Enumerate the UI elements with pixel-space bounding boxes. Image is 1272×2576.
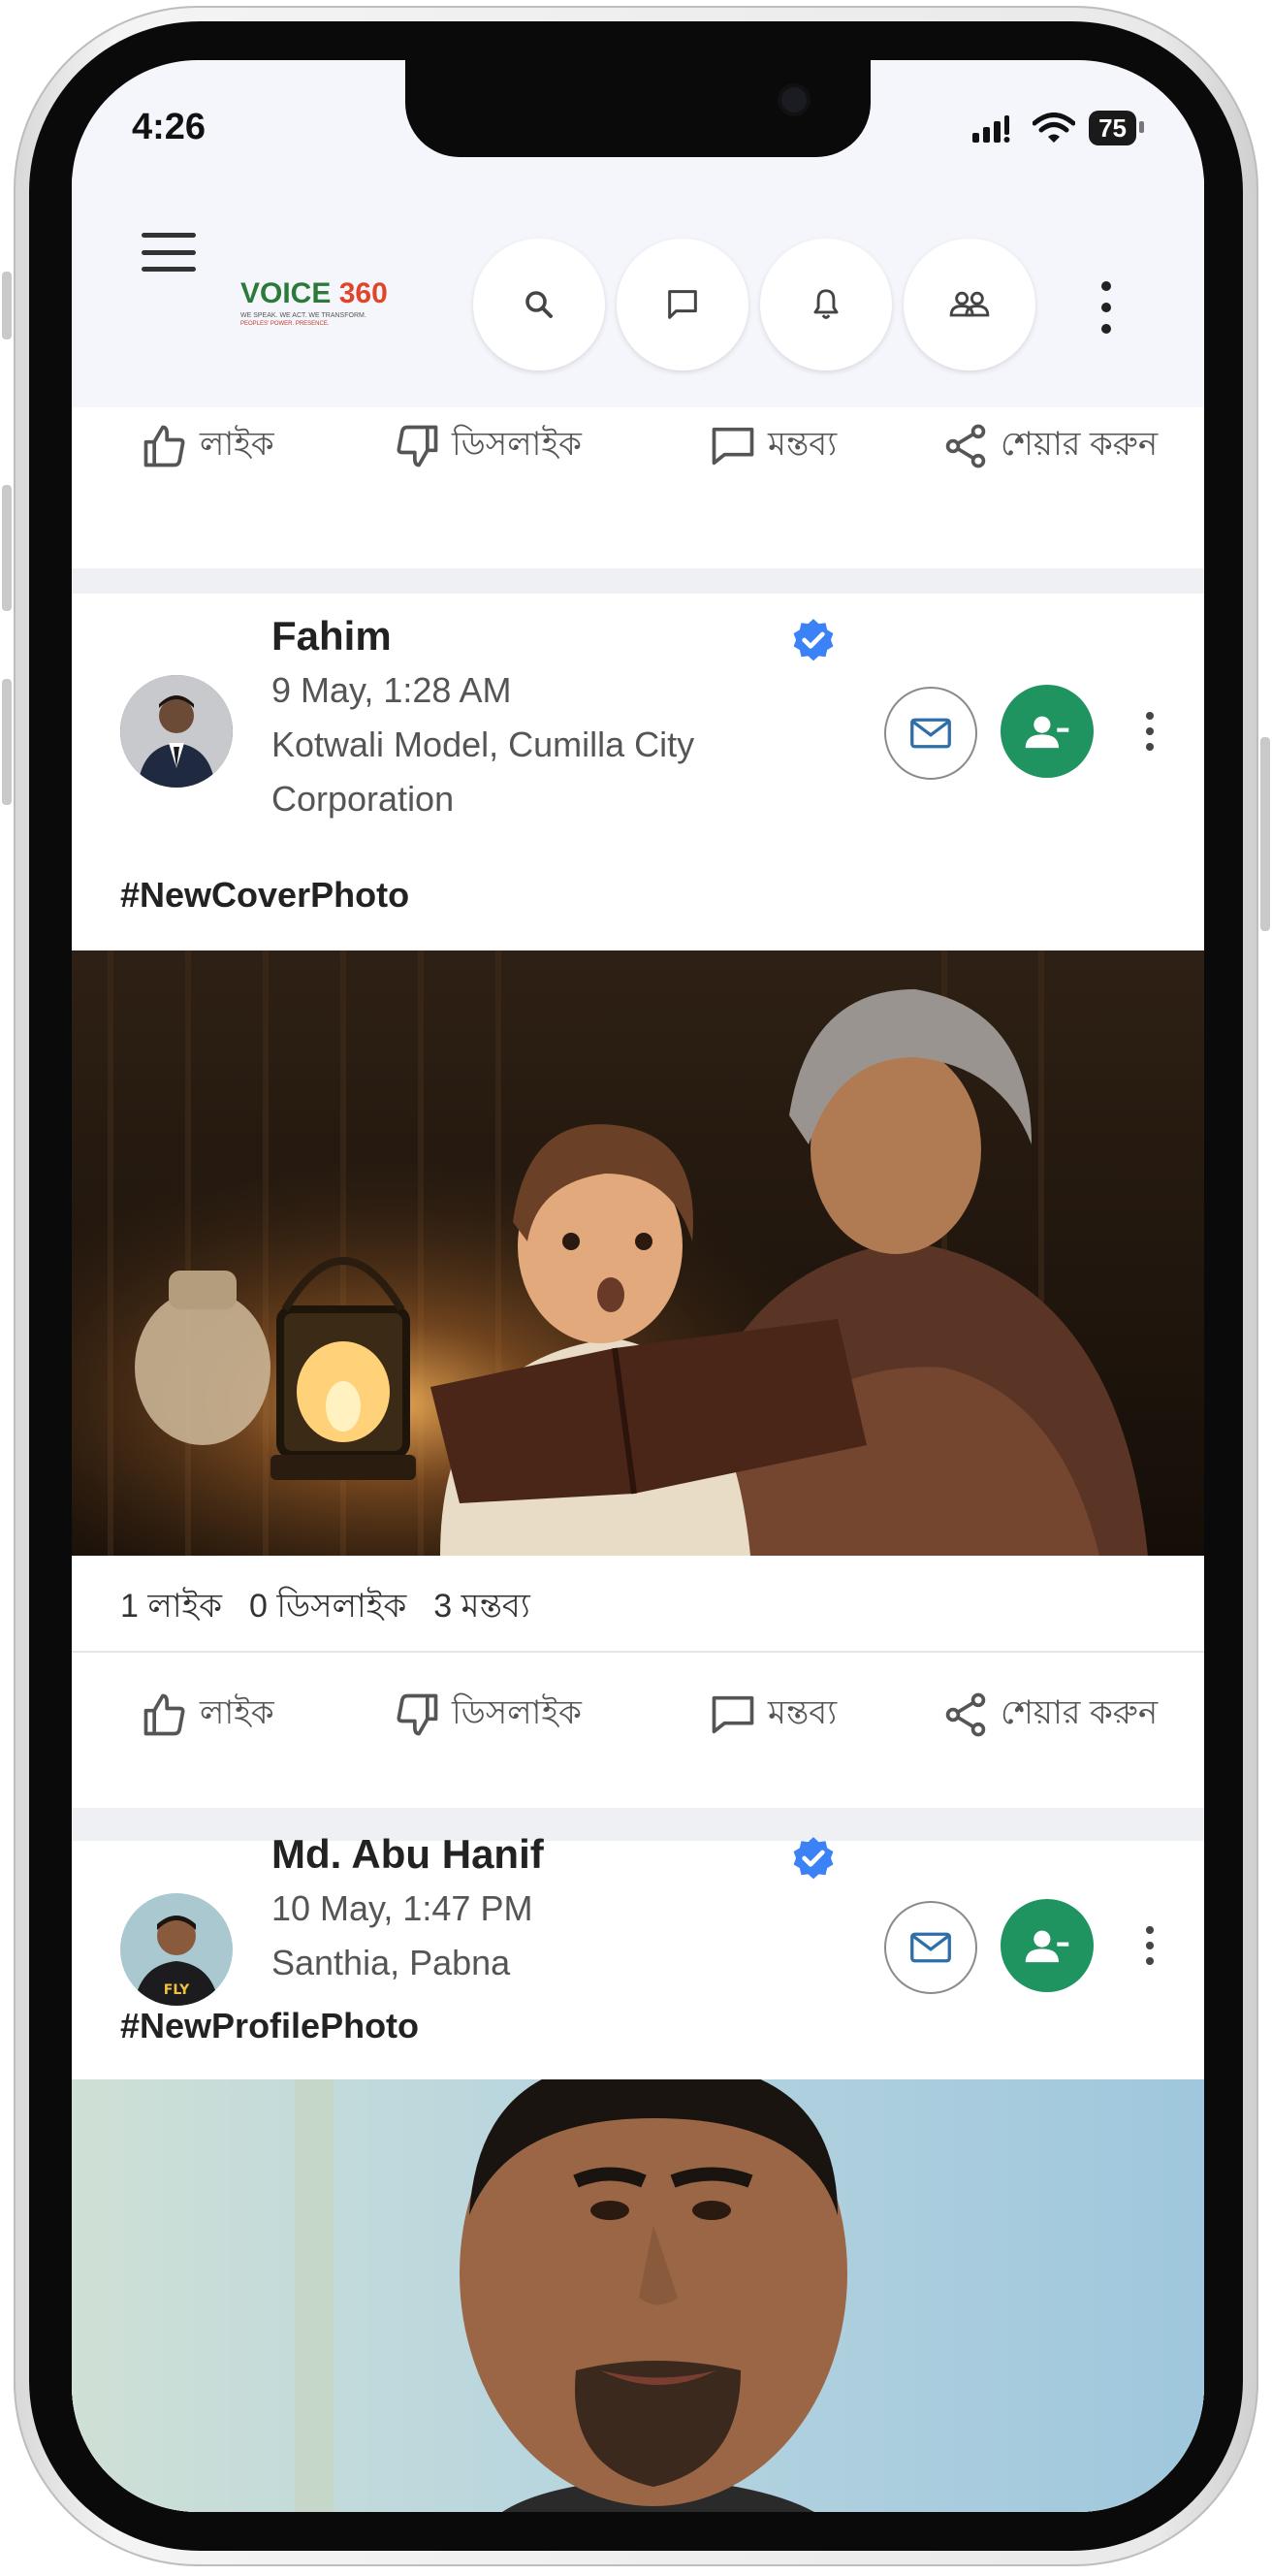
post-time: 9 May, 1:28 AM xyxy=(271,670,512,710)
signal-icon xyxy=(972,115,1010,143)
avatar[interactable]: FLY xyxy=(120,1893,233,2006)
message-button[interactable] xyxy=(884,1901,977,1994)
post-location: Santhia, Pabna xyxy=(271,1943,511,1982)
avatar[interactable] xyxy=(120,675,233,788)
comment-button[interactable]: মন্তব্য xyxy=(708,419,837,474)
side-button-volume-down xyxy=(2,679,12,805)
cover-photo-grandmother-child-lantern xyxy=(72,950,1204,1556)
people-icon xyxy=(949,291,990,317)
menu-icon[interactable] xyxy=(142,233,196,272)
dislike-count[interactable]: 0 ডিসলাইক xyxy=(249,1588,406,1625)
share-icon xyxy=(945,1692,986,1737)
post-counts: 1 লাইক 0 ডিসলাইক 3 মন্তব্য xyxy=(120,1581,557,1636)
post-image[interactable] xyxy=(72,950,1204,1556)
side-button-silent xyxy=(2,272,12,339)
thumb-down-icon xyxy=(397,1693,438,1736)
avatar-portrait: FLY xyxy=(120,1893,233,2006)
notch xyxy=(405,60,871,157)
logo-tagline-2: PEOPLES' POWER. PRESENCE. xyxy=(240,321,330,327)
share-button[interactable]: শেয়ার করুন xyxy=(940,419,1158,474)
post-location: Kotwali Model, Cumilla City xyxy=(271,724,695,764)
post-hashtag[interactable]: #NewProfilePhoto xyxy=(120,2006,419,2046)
post-actions: লাইক ডিসলাইক মন্তব্য শেয়ার করুন xyxy=(72,1666,1204,1763)
unfriend-button[interactable] xyxy=(1001,685,1094,778)
post-card: FLY Md. Abu Hanif 10 May, 1:47 PM Santhi… xyxy=(72,1831,1204,2512)
search-icon xyxy=(525,291,553,318)
search-button[interactable] xyxy=(473,239,605,370)
dislike-button[interactable]: ডিসলাইক xyxy=(392,419,582,474)
share-button[interactable]: শেয়ার করুন xyxy=(940,1688,1158,1743)
post-actions: লাইক ডিসলাইক মন্তব্য শেয়ার করুন xyxy=(72,407,1204,495)
share-icon xyxy=(945,424,986,468)
author-name[interactable]: Md. Abu Hanif xyxy=(271,1831,544,1878)
thumb-up-icon xyxy=(143,425,185,467)
like-button[interactable]: লাইক xyxy=(140,1688,274,1743)
chat-icon xyxy=(668,290,697,319)
front-camera xyxy=(781,87,807,113)
post-time: 10 May, 1:47 PM xyxy=(271,1888,533,1928)
side-button-power xyxy=(1260,737,1270,931)
notifications-button[interactable] xyxy=(760,239,892,370)
avatar-portrait xyxy=(120,675,233,788)
dislike-button[interactable]: ডিসলাইক xyxy=(392,1688,582,1743)
svg-text:FLY: FLY xyxy=(164,1982,190,1998)
comment-button[interactable]: মন্তব্য xyxy=(708,1688,837,1743)
comment-icon xyxy=(712,427,754,466)
post-card: Fahim 9 May, 1:28 AM Kotwali Model, Cumi… xyxy=(72,594,1204,1808)
side-button-volume-up xyxy=(2,485,12,611)
author-name[interactable]: Fahim xyxy=(271,613,392,660)
post-hashtag[interactable]: #NewCoverPhoto xyxy=(120,875,409,916)
person-remove-icon xyxy=(1025,1930,1069,1963)
message-button[interactable] xyxy=(884,687,977,780)
like-count[interactable]: 1 লাইক xyxy=(120,1588,222,1625)
messages-button[interactable] xyxy=(617,239,748,370)
voice360-logo[interactable]: VOICE 360 WE SPEAK. WE ACT. WE TRANSFORM… xyxy=(240,277,405,345)
verified-badge-icon xyxy=(793,1837,834,1880)
comment-count[interactable]: 3 মন্তব্য xyxy=(433,1588,529,1625)
unfriend-button[interactable] xyxy=(1001,1899,1094,1992)
post-card-previous: লাইক ডিসলাইক মন্তব্য শেয়ার করুন xyxy=(72,407,1204,568)
comment-icon xyxy=(712,1695,754,1734)
profile-photo-man xyxy=(72,2079,1204,2512)
like-button[interactable]: লাইক xyxy=(140,419,274,474)
divider xyxy=(72,1651,1204,1653)
post-image[interactable] xyxy=(72,2079,1204,2512)
phone-screen: 4:26 75 VOICE 360 WE SPEAK. WE ACT. WE T… xyxy=(72,60,1204,2512)
logo-tagline: WE SPEAK. WE ACT. WE TRANSFORM. xyxy=(240,312,366,319)
status-icons: 75 xyxy=(972,111,1144,145)
thumb-up-icon xyxy=(143,1693,185,1736)
post-more-icon[interactable] xyxy=(1145,712,1155,751)
mail-icon xyxy=(910,1932,951,1963)
person-remove-icon xyxy=(1025,716,1069,749)
wifi-icon xyxy=(1033,113,1076,143)
mail-icon xyxy=(910,718,951,749)
friends-button[interactable] xyxy=(904,239,1035,370)
status-time: 4:26 xyxy=(132,107,207,147)
more-vert-icon[interactable] xyxy=(1099,281,1113,334)
bell-icon xyxy=(813,289,839,319)
post-location-cont: Corporation xyxy=(271,779,455,819)
logo-wordmark: VOICE 360 xyxy=(240,277,388,309)
battery-indicator: 75 xyxy=(1089,111,1144,145)
thumb-down-icon xyxy=(397,425,438,467)
verified-badge-icon xyxy=(793,619,834,661)
post-more-icon[interactable] xyxy=(1145,1926,1155,1965)
feed: লাইক ডিসলাইক মন্তব্য শেয়ার করুন Fahim 9… xyxy=(72,407,1204,2512)
